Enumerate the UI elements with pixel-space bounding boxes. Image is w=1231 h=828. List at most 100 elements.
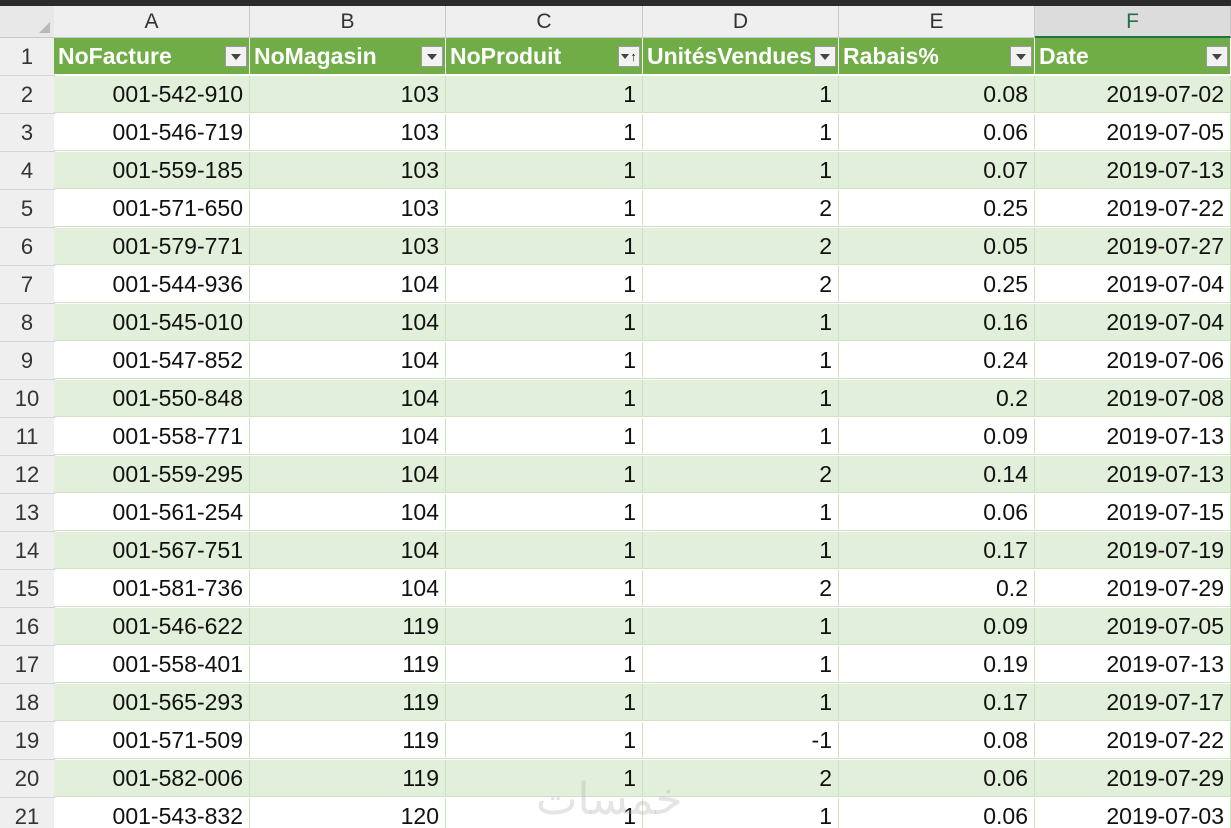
table-cell[interactable]: 2019-07-22 [1035,190,1231,227]
table-cell[interactable]: 119 [250,608,446,645]
table-cell[interactable]: 0.05 [839,228,1035,265]
table-cell[interactable]: 119 [250,722,446,759]
table-cell[interactable]: 001-581-736 [54,570,250,607]
table-header-cell[interactable]: UnitésVendues [643,38,839,75]
filter-dropdown-button[interactable] [814,46,836,67]
table-cell[interactable]: 1 [446,266,643,303]
table-cell[interactable]: 2019-07-29 [1035,570,1231,607]
table-cell[interactable]: 0.19 [839,646,1035,683]
table-cell[interactable]: 0.07 [839,152,1035,189]
table-cell[interactable]: 103 [250,190,446,227]
table-cell[interactable]: 0.06 [839,114,1035,151]
table-cell[interactable]: 0.2 [839,570,1035,607]
table-cell[interactable]: 001-559-185 [54,152,250,189]
table-header-cell[interactable]: NoMagasin [250,38,446,75]
table-cell[interactable]: 103 [250,114,446,151]
table-cell[interactable]: 104 [250,304,446,341]
row-number[interactable]: 16 [0,608,55,646]
table-cell[interactable]: 120 [250,798,446,828]
table-cell[interactable]: 2019-07-29 [1035,760,1231,797]
table-cell[interactable]: 103 [250,228,446,265]
table-cell[interactable]: 001-558-771 [54,418,250,455]
table-cell[interactable]: 104 [250,570,446,607]
table-cell[interactable]: 001-579-771 [54,228,250,265]
table-cell[interactable]: 1 [446,228,643,265]
table-cell[interactable]: 1 [446,190,643,227]
table-cell[interactable]: 001-542-910 [54,76,250,113]
row-number[interactable]: 13 [0,494,55,532]
table-cell[interactable]: 0.06 [839,760,1035,797]
table-cell[interactable]: 0.17 [839,532,1035,569]
column-header-d[interactable]: D [643,6,839,38]
table-cell[interactable]: 1 [446,646,643,683]
row-number[interactable]: 4 [0,152,55,190]
row-number[interactable]: 5 [0,190,55,228]
table-cell[interactable]: 0.09 [839,418,1035,455]
table-cell[interactable]: 1 [446,304,643,341]
table-cell[interactable]: 103 [250,152,446,189]
table-cell[interactable]: 001-550-848 [54,380,250,417]
column-header-f[interactable]: F [1035,6,1231,38]
table-cell[interactable]: 2019-07-27 [1035,228,1231,265]
table-cell[interactable]: 2 [643,570,839,607]
table-cell[interactable]: 2 [643,456,839,493]
table-cell[interactable]: 1 [643,380,839,417]
table-cell[interactable]: 1 [446,418,643,455]
row-number[interactable]: 19 [0,722,55,760]
table-cell[interactable]: 1 [643,532,839,569]
row-number[interactable]: 15 [0,570,55,608]
row-number[interactable]: 9 [0,342,55,380]
table-cell[interactable]: 2019-07-05 [1035,114,1231,151]
table-cell[interactable]: 1 [643,608,839,645]
table-cell[interactable]: 0.24 [839,342,1035,379]
table-cell[interactable]: 1 [643,646,839,683]
table-cell[interactable]: 2019-07-04 [1035,266,1231,303]
table-header-cell[interactable]: Date [1035,38,1231,75]
table-cell[interactable]: 001-543-832 [54,798,250,828]
table-cell[interactable]: 2019-07-13 [1035,418,1231,455]
table-cell[interactable]: 001-544-936 [54,266,250,303]
table-cell[interactable]: 104 [250,266,446,303]
table-cell[interactable]: 104 [250,342,446,379]
row-number[interactable]: 20 [0,760,55,798]
table-cell[interactable]: 0.25 [839,190,1035,227]
table-cell[interactable]: 2019-07-04 [1035,304,1231,341]
table-cell[interactable]: 001-546-622 [54,608,250,645]
row-number[interactable]: 2 [0,76,55,114]
row-number[interactable]: 3 [0,114,55,152]
table-cell[interactable]: 2019-07-08 [1035,380,1231,417]
table-cell[interactable]: 2019-07-02 [1035,76,1231,113]
table-cell[interactable]: 2 [643,228,839,265]
table-cell[interactable]: 1 [446,798,643,828]
table-cell[interactable]: 001-547-852 [54,342,250,379]
table-cell[interactable]: 1 [446,494,643,531]
table-cell[interactable]: 1 [643,152,839,189]
table-cell[interactable]: 1 [446,76,643,113]
table-cell[interactable]: 2 [643,190,839,227]
table-cell[interactable]: -1 [643,722,839,759]
column-header-e[interactable]: E [839,6,1035,38]
filter-dropdown-button[interactable] [421,46,443,67]
table-cell[interactable]: 1 [446,152,643,189]
table-cell[interactable]: 104 [250,456,446,493]
table-cell[interactable]: 1 [446,722,643,759]
table-cell[interactable]: 0.14 [839,456,1035,493]
table-cell[interactable]: 0.06 [839,798,1035,828]
table-cell[interactable]: 001-558-401 [54,646,250,683]
table-cell[interactable]: 104 [250,418,446,455]
column-header-c[interactable]: C [446,6,643,38]
table-cell[interactable]: 1 [446,342,643,379]
table-header-cell[interactable]: NoProduit [446,38,643,75]
table-cell[interactable]: 1 [446,532,643,569]
select-all-button[interactable] [0,6,55,38]
table-cell[interactable]: 001-546-719 [54,114,250,151]
table-cell[interactable]: 2019-07-13 [1035,646,1231,683]
table-cell[interactable]: 0.08 [839,722,1035,759]
table-cell[interactable]: 0.17 [839,684,1035,721]
row-number[interactable]: 8 [0,304,55,342]
table-cell[interactable]: 1 [446,380,643,417]
row-number[interactable]: 14 [0,532,55,570]
row-number[interactable]: 7 [0,266,55,304]
table-cell[interactable]: 1 [446,608,643,645]
column-header-b[interactable]: B [250,6,446,38]
